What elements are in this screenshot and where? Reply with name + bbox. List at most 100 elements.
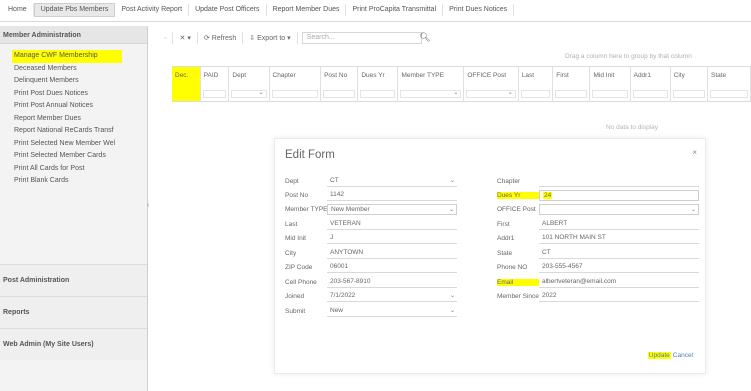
field-input[interactable]: albertveteran@email.com <box>539 277 699 288</box>
sidebar-item[interactable]: Report Member Dues <box>14 113 147 126</box>
field-select[interactable]: New ⌄ <box>327 306 457 317</box>
field-input[interactable]: J <box>327 233 457 244</box>
field-label: City <box>285 249 297 257</box>
delete-button[interactable]: ✕ ▾ <box>173 32 198 44</box>
grid-column-header[interactable]: Member TYPE ⌄ <box>398 67 465 101</box>
field-input[interactable]: 24 <box>539 189 699 201</box>
field-input[interactable] <box>539 176 699 187</box>
sidebar-item[interactable]: Deceased Members <box>14 63 147 76</box>
grid-column-header[interactable]: Chapter <box>270 67 322 101</box>
sidebar-item[interactable]: Print Post Annual Notices <box>14 100 147 113</box>
grid-column-header[interactable]: State <box>708 67 751 101</box>
field-input[interactable]: VETERAN <box>327 219 457 230</box>
sidebar-item[interactable]: Manage CWF Membership <box>12 50 122 63</box>
grid-column-header[interactable]: Dec. <box>172 67 201 101</box>
column-filter-input[interactable]: ⌄ <box>231 89 267 98</box>
sidebar-item[interactable]: Report National ReCards Transf <box>14 125 147 138</box>
top-menu-item[interactable]: Report Member Dues <box>267 4 347 16</box>
column-filter-input[interactable] <box>323 90 356 98</box>
field-input[interactable]: 2022 <box>539 291 699 302</box>
field-value: New <box>330 306 344 314</box>
sidebar-section[interactable]: Reports <box>0 296 147 328</box>
chevron-down-icon[interactable]: ⌄ <box>691 205 696 215</box>
chevron-down-icon[interactable]: ⌄ <box>450 176 455 186</box>
chevron-down-icon: ▾ <box>287 35 291 42</box>
form-row: Phone NO 203-555-4567 <box>497 261 699 273</box>
sidebar-item[interactable]: Print All Cards for Post <box>14 163 147 176</box>
sidebar-item[interactable]: Print Selected New Member Wel <box>14 138 147 151</box>
column-label: Mid Init <box>593 72 615 79</box>
form-row: Email albertveteran@email.com <box>497 276 699 288</box>
refresh-button[interactable]: ⟳ Refresh <box>198 32 244 44</box>
collapse-handle-icon[interactable]: ‹ <box>147 202 151 212</box>
field-input[interactable]: ANYTOWN <box>327 248 457 259</box>
field-input[interactable]: 101 NORTH MAIN ST <box>539 233 699 244</box>
field-label: Addr1 <box>497 234 515 242</box>
new-button[interactable]: ▫ <box>158 32 174 44</box>
column-filter-input[interactable] <box>360 90 396 98</box>
export-icon: ⇩ <box>249 35 256 42</box>
grid-column-header[interactable]: City <box>671 67 708 101</box>
sidebar: Member Administration Manage CWF Members… <box>0 26 151 391</box>
sidebar-section[interactable]: Post Administration <box>0 264 147 296</box>
sidebar-header[interactable]: Member Administration <box>0 26 147 44</box>
column-filter-input[interactable] <box>520 90 551 98</box>
field-select[interactable]: New Member ⌄ <box>327 203 457 215</box>
grid-column-header[interactable]: Mid Init <box>590 67 631 101</box>
column-label: Addr1 <box>633 72 651 79</box>
grid-column-header[interactable]: Post No <box>321 67 359 101</box>
column-filter-input[interactable] <box>592 90 628 98</box>
export-button[interactable]: ⇩ Export to ▾ <box>243 32 298 44</box>
field-input[interactable]: 203-567-8910 <box>327 277 457 288</box>
grid-column-header[interactable]: Addr1 <box>631 67 671 101</box>
column-filter-input[interactable]: ⌄ <box>400 89 462 98</box>
field-select[interactable]: CT ⌄ <box>327 176 457 187</box>
sidebar-item[interactable]: Delinquent Members <box>14 75 147 88</box>
column-label: Last <box>521 72 535 79</box>
top-menu-item[interactable]: Post Activity Report <box>115 4 190 16</box>
close-icon[interactable]: × <box>692 148 697 157</box>
sidebar-item[interactable]: Print Post Dues Notices <box>14 88 147 101</box>
cancel-button[interactable]: Cancel <box>673 352 693 359</box>
column-filter-input[interactable] <box>710 90 748 98</box>
chevron-down-icon[interactable]: ⌄ <box>508 89 513 96</box>
field-input[interactable]: 06001 <box>327 262 457 273</box>
grid-column-header[interactable]: Dues Yr <box>358 67 399 101</box>
group-panel-hint: Drag a column here to group by that colu… <box>565 53 692 60</box>
sidebar-section[interactable]: Web Admin (My Site Users) <box>0 328 147 360</box>
grid-column-header[interactable]: Last <box>519 67 554 101</box>
field-input[interactable]: 203-555-4567 <box>539 262 699 273</box>
field-input[interactable]: 1142 <box>327 190 457 201</box>
column-filter-input[interactable] <box>271 90 319 98</box>
chevron-down-icon[interactable]: ⌄ <box>453 89 458 96</box>
chevron-down-icon[interactable]: ⌄ <box>450 306 455 316</box>
column-label: State <box>711 72 727 79</box>
field-label: Submit <box>285 307 306 315</box>
search-icon[interactable]: 🔍︎ <box>419 32 430 42</box>
top-menu-item[interactable]: Update Pbs Members <box>33 3 116 17</box>
sidebar-item[interactable]: Print Blank Cards <box>14 175 147 188</box>
grid-column-header[interactable]: PAID <box>201 67 230 101</box>
chevron-down-icon[interactable]: ⌄ <box>258 89 263 96</box>
grid-column-header[interactable]: First <box>553 67 591 101</box>
column-filter-input[interactable] <box>202 90 227 98</box>
field-select[interactable]: 7/1/2022 ⌄ <box>327 291 457 302</box>
grid-column-header[interactable]: OFFICE Post ⌄ <box>464 67 519 101</box>
top-menu-item[interactable]: Update Post Officers <box>189 4 267 16</box>
sidebar-item[interactable]: Print Selected Member Cards <box>14 150 147 163</box>
update-button[interactable]: Update <box>647 352 671 359</box>
field-select[interactable]: ⌄ <box>539 203 699 215</box>
top-menu-item[interactable]: Print Dues Notices <box>443 4 515 16</box>
field-input[interactable]: CT <box>539 248 699 259</box>
grid-column-header[interactable]: Dept ⌄ <box>229 67 270 101</box>
chevron-down-icon[interactable]: ⌄ <box>450 291 455 301</box>
column-filter-input[interactable] <box>672 90 705 98</box>
top-menu-item[interactable]: Print ProCapita Transmittal <box>346 4 444 16</box>
search-input[interactable]: Search... 🔍︎ <box>301 32 431 44</box>
field-input[interactable]: ALBERT <box>539 219 699 230</box>
column-filter-input[interactable]: ⌄ <box>466 89 516 98</box>
chevron-down-icon[interactable]: ⌄ <box>449 205 454 215</box>
column-filter-input[interactable] <box>632 90 668 98</box>
top-menu-item[interactable]: Home <box>2 4 34 16</box>
column-filter-input[interactable] <box>555 90 588 98</box>
